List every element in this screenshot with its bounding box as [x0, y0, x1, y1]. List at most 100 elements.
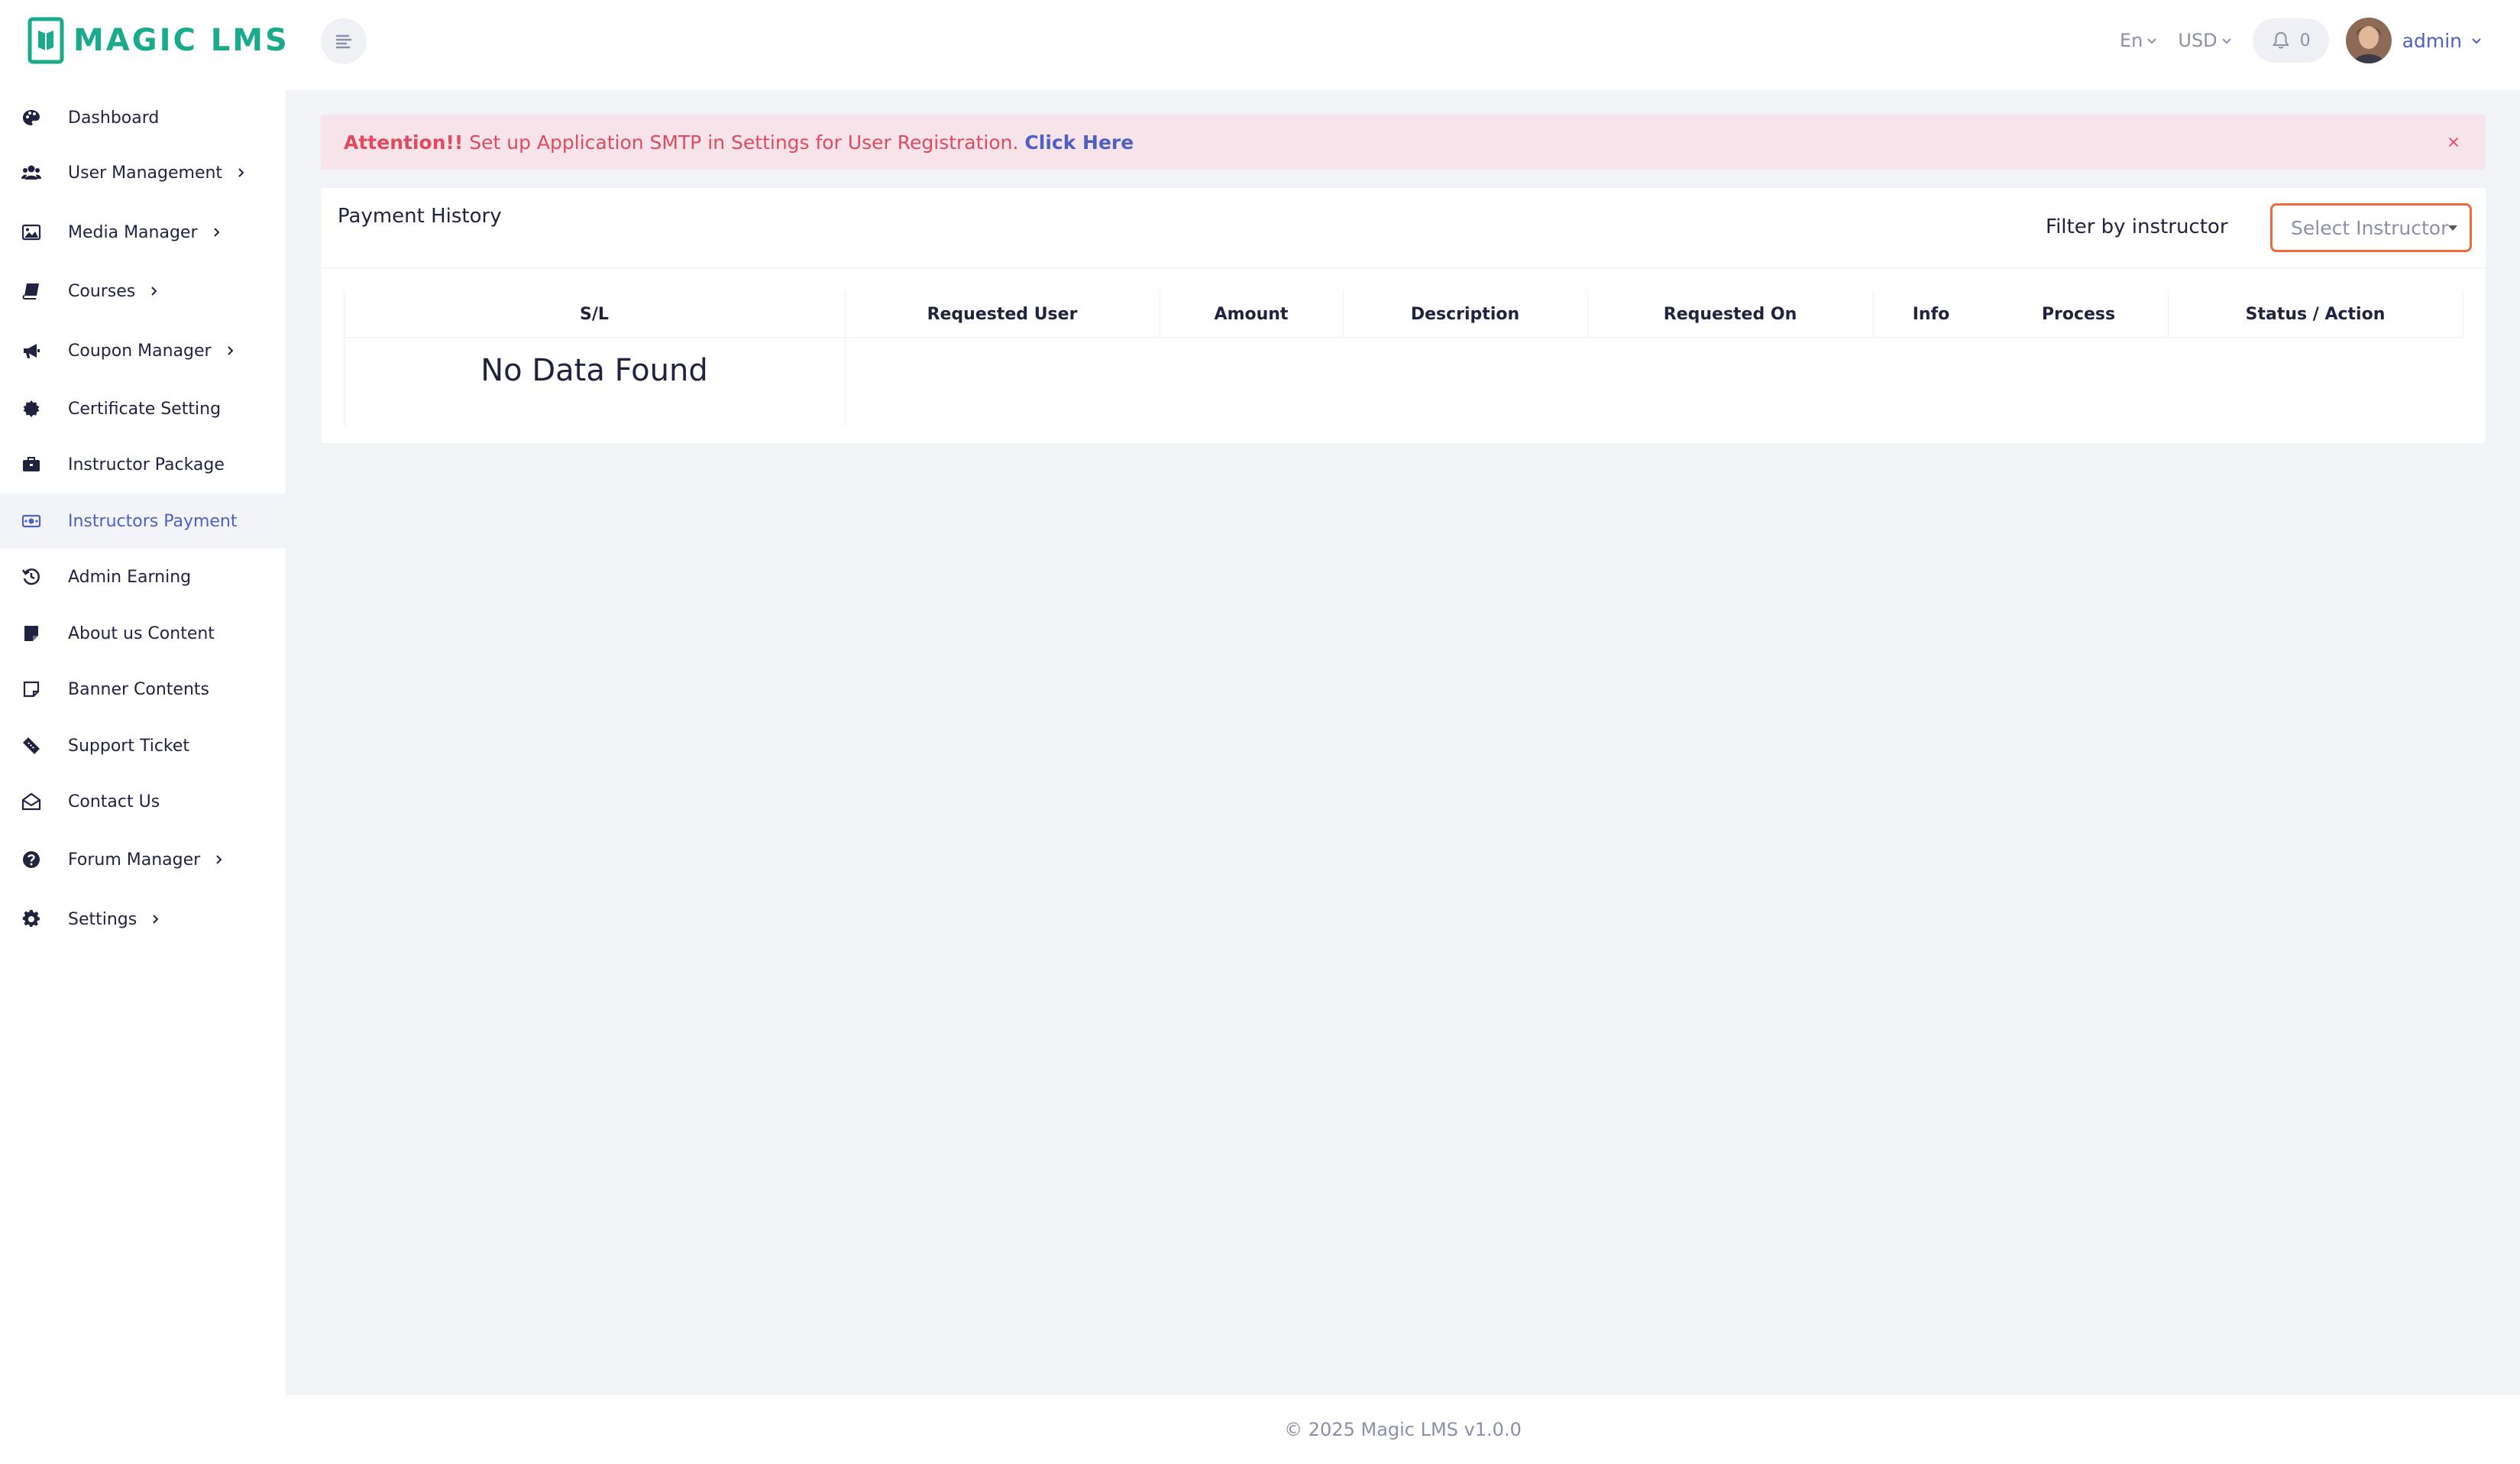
- book-logo-icon: [27, 17, 64, 64]
- user-name-label: admin: [2402, 29, 2462, 52]
- empty-state-message: No Data Found: [480, 353, 708, 388]
- sidebar-item-media-manager[interactable]: Media Manager: [0, 205, 286, 260]
- column-divider: [1587, 290, 1588, 338]
- sidebar-item-support-ticket[interactable]: Support Ticket: [0, 718, 286, 773]
- alert-message: Attention!! Set up Application SMTP in S…: [344, 131, 1134, 154]
- certificate-icon: [21, 399, 41, 419]
- column-header[interactable]: Process: [1989, 290, 2168, 338]
- envelope-open-icon: [21, 792, 41, 811]
- sidebar-item-certificate-setting[interactable]: Certificate Setting: [0, 381, 286, 436]
- chevron-down-icon: [2221, 38, 2231, 44]
- chevron-right-icon: [216, 855, 222, 864]
- sidebar-item-label: Instructor Package: [68, 455, 225, 475]
- filter-label: Filter by instructor: [2046, 215, 2228, 238]
- ticket-icon: [21, 736, 41, 756]
- sidebar-item-contact-us[interactable]: Contact Us: [0, 774, 286, 829]
- sidebar-item-admin-earning[interactable]: Admin Earning: [0, 549, 286, 604]
- sidebar-item-label: Courses: [68, 282, 160, 301]
- sidebar-item-forum-manager[interactable]: Forum Manager: [0, 832, 286, 887]
- sidebar-item-label: Dashboard: [68, 108, 160, 128]
- briefcase-icon: [21, 455, 41, 475]
- alert-body-text: Set up Application SMTP in Settings for …: [463, 131, 1025, 154]
- bell-icon: [2272, 31, 2289, 49]
- sidebar-item-label: Media Manager: [68, 223, 222, 242]
- sidebar-item-label: About us Content: [68, 623, 215, 643]
- instructor-select[interactable]: Select Instructor: [2270, 203, 2472, 252]
- book-icon: [21, 281, 41, 301]
- brand-logo[interactable]: MAGIC LMS: [27, 17, 290, 64]
- notification-count: 0: [2299, 31, 2311, 50]
- footer-copyright: © 2025 Magic LMS v1.0.0: [1284, 1419, 1522, 1440]
- sidebar-item-banner-contents[interactable]: Banner Contents: [0, 662, 286, 717]
- smtp-alert: Attention!! Set up Application SMTP in S…: [321, 115, 2486, 170]
- chevron-down-icon: [2147, 38, 2157, 44]
- sidebar-item-label: Settings: [68, 910, 161, 929]
- column-divider: [1873, 290, 1874, 338]
- chevron-right-icon: [151, 287, 157, 296]
- chevron-down-icon: [2472, 38, 2481, 44]
- sidebar-item-label: Certificate Setting: [68, 399, 222, 419]
- sidebar-item-label: User Management: [68, 164, 247, 183]
- alert-close-button[interactable]: [2443, 131, 2464, 153]
- users-icon: [21, 163, 41, 183]
- card-title: Payment History: [338, 205, 502, 228]
- sticky-note-icon: [21, 679, 41, 699]
- sidebar-item-label: Forum Manager: [68, 850, 225, 870]
- caret-down-icon: [2448, 225, 2457, 231]
- note-icon: [21, 623, 41, 643]
- column-header[interactable]: Amount: [1160, 290, 1343, 338]
- question-circle-icon: [21, 850, 41, 870]
- card-divider: [321, 267, 2486, 268]
- sidebar-item-about-us-content[interactable]: About us Content: [0, 606, 286, 661]
- chevron-right-icon: [153, 915, 159, 924]
- sidebar-item-settings[interactable]: Settings: [0, 892, 286, 947]
- user-menu-dropdown[interactable]: admin: [2402, 30, 2483, 52]
- close-icon: [2448, 137, 2459, 147]
- instructor-select-value: Select Instructor: [2291, 216, 2449, 239]
- menu-icon: [335, 34, 352, 49]
- palette-icon: [21, 108, 41, 128]
- sidebar-toggle-button[interactable]: [321, 18, 367, 64]
- currency-value: USD: [2178, 30, 2218, 51]
- column-header[interactable]: Requested On: [1587, 290, 1873, 338]
- sidebar-item-label: Support Ticket: [68, 736, 190, 756]
- sidebar-item-label: Admin Earning: [68, 567, 192, 587]
- chevron-right-icon: [213, 228, 219, 237]
- language-dropdown[interactable]: En: [2120, 30, 2158, 51]
- sidebar-item-instructor-package[interactable]: Instructor Package: [0, 437, 286, 492]
- chevron-right-icon: [238, 168, 244, 177]
- top-header: MAGIC LMS En USD 0 admin: [0, 0, 2520, 90]
- notifications-button[interactable]: 0: [2252, 18, 2329, 63]
- payment-history-card: Payment History Filter by instructor Sel…: [321, 188, 2486, 443]
- column-header[interactable]: Status / Action: [2168, 290, 2463, 338]
- column-divider: [2168, 290, 2169, 338]
- column-header[interactable]: Requested User: [845, 290, 1160, 338]
- sidebar-item-courses[interactable]: Courses: [0, 264, 286, 319]
- avatar[interactable]: [2345, 18, 2392, 63]
- money-icon: [21, 511, 41, 531]
- sidebar-item-label: Coupon Manager: [68, 342, 236, 361]
- sidebar-item-coupon-manager[interactable]: Coupon Manager: [0, 323, 286, 378]
- sidebar-item-user-management[interactable]: User Management: [0, 145, 286, 200]
- megaphone-icon: [21, 341, 41, 361]
- chevron-right-icon: [227, 346, 233, 355]
- table-header-row: S/L Requested User Amount Description Re…: [344, 290, 2463, 338]
- alert-strong-text: Attention!!: [344, 131, 464, 154]
- user-avatar-icon: [2345, 18, 2392, 63]
- footer: © 2025 Magic LMS v1.0.0: [286, 1395, 2520, 1464]
- column-header[interactable]: Description: [1343, 290, 1587, 338]
- alert-click-here-link[interactable]: Click Here: [1024, 131, 1134, 154]
- brand-name: MAGIC LMS: [73, 23, 290, 58]
- column-header[interactable]: Info: [1873, 290, 1989, 338]
- sidebar: Dashboard User Management Media Manager …: [0, 90, 286, 1464]
- column-divider: [845, 290, 846, 426]
- image-icon: [21, 222, 41, 242]
- sidebar-item-label: Banner Contents: [68, 679, 209, 699]
- column-header[interactable]: S/L: [344, 290, 845, 338]
- history-icon: [21, 567, 41, 587]
- sidebar-item-dashboard[interactable]: Dashboard: [0, 90, 286, 145]
- language-value: En: [2120, 30, 2143, 51]
- sidebar-item-instructors-payment[interactable]: Instructors Payment: [0, 494, 286, 549]
- sidebar-item-label: Contact Us: [68, 792, 160, 811]
- currency-dropdown[interactable]: USD: [2178, 30, 2232, 51]
